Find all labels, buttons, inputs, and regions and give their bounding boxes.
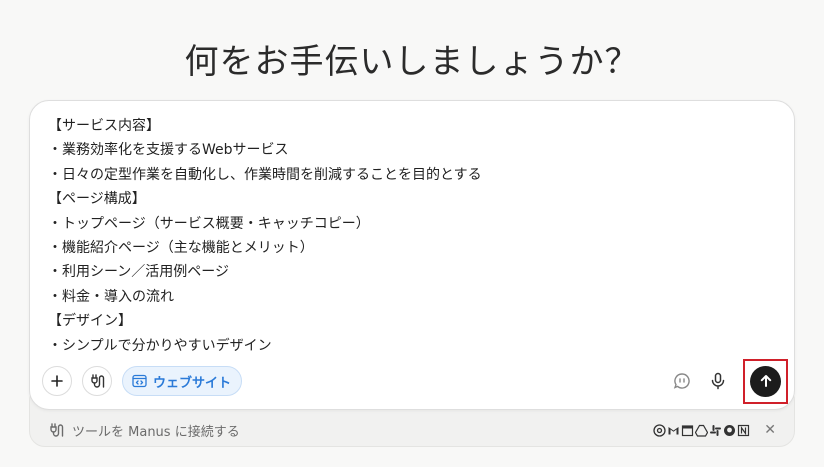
website-mode-label: ウェブサイト [153,375,232,391]
send-button[interactable] [750,365,781,397]
page: 何をお手伝いしましょうか？ ツールを Manus に接続する ✕ 【サービス内容… [0,0,824,467]
microphone-icon[interactable] [707,370,729,392]
connect-tools-button[interactable] [82,366,112,396]
page-title: 何をお手伝いしましょうか？ [184,41,640,82]
plus-icon [50,374,64,388]
prompt-line: 【ページ構成】 [48,191,146,208]
calendar-icon [681,424,694,437]
prompt-line: ・料金・導入の流れ [48,288,174,305]
close-icon[interactable]: ✕ [764,423,776,437]
add-button[interactable] [42,366,72,396]
prompt-line: ・機能紹介ページ（主な機能とメリット） [48,240,314,257]
plug-icon [48,422,64,438]
prompt-line: ・トップページ（サービス概要・キャッチコピー） [48,215,370,232]
prompt-composer[interactable]: 【サービス内容】 ・業務効率化を支援するWebサービス ・日々の定型作業を自動化… [29,100,795,410]
composer-toolbar: ウェブサイト [42,358,788,404]
prompt-line: 【デザイン】 [48,313,132,330]
send-button-highlight [743,358,788,404]
prompt-line: ・業務効率化を支援するWebサービス [48,142,289,159]
speech-bubble-icon[interactable] [671,370,693,392]
drive-icon [695,424,709,437]
connect-tools-label: ツールを Manus に接続する [72,424,240,440]
connect-tools-row: ツールを Manus に接続する ✕ [48,420,776,440]
slack-icon [709,424,722,437]
arrow-up-icon [759,374,773,388]
connected-tools-list[interactable] [653,423,750,437]
prompt-line: ・利用シーン／活用例ページ [48,264,230,281]
prompt-line: 【サービス内容】 [48,118,160,134]
plug-icon [89,373,105,389]
github-icon [723,424,736,437]
prompt-line: ・シンプルで分かりやすいデザイン [48,337,272,354]
gmail-icon [667,424,680,437]
website-mode-chip[interactable]: ウェブサイト [122,366,243,396]
prompt-line: ・日々の定型作業を自動化し、作業時間を削減することを目的とする [48,166,482,183]
prompt-input[interactable]: 【サービス内容】 ・業務効率化を支援するWebサービス ・日々の定型作業を自動化… [48,114,774,358]
notion-icon [737,424,750,437]
code-window-icon [132,374,147,388]
chrome-icon [653,423,666,437]
